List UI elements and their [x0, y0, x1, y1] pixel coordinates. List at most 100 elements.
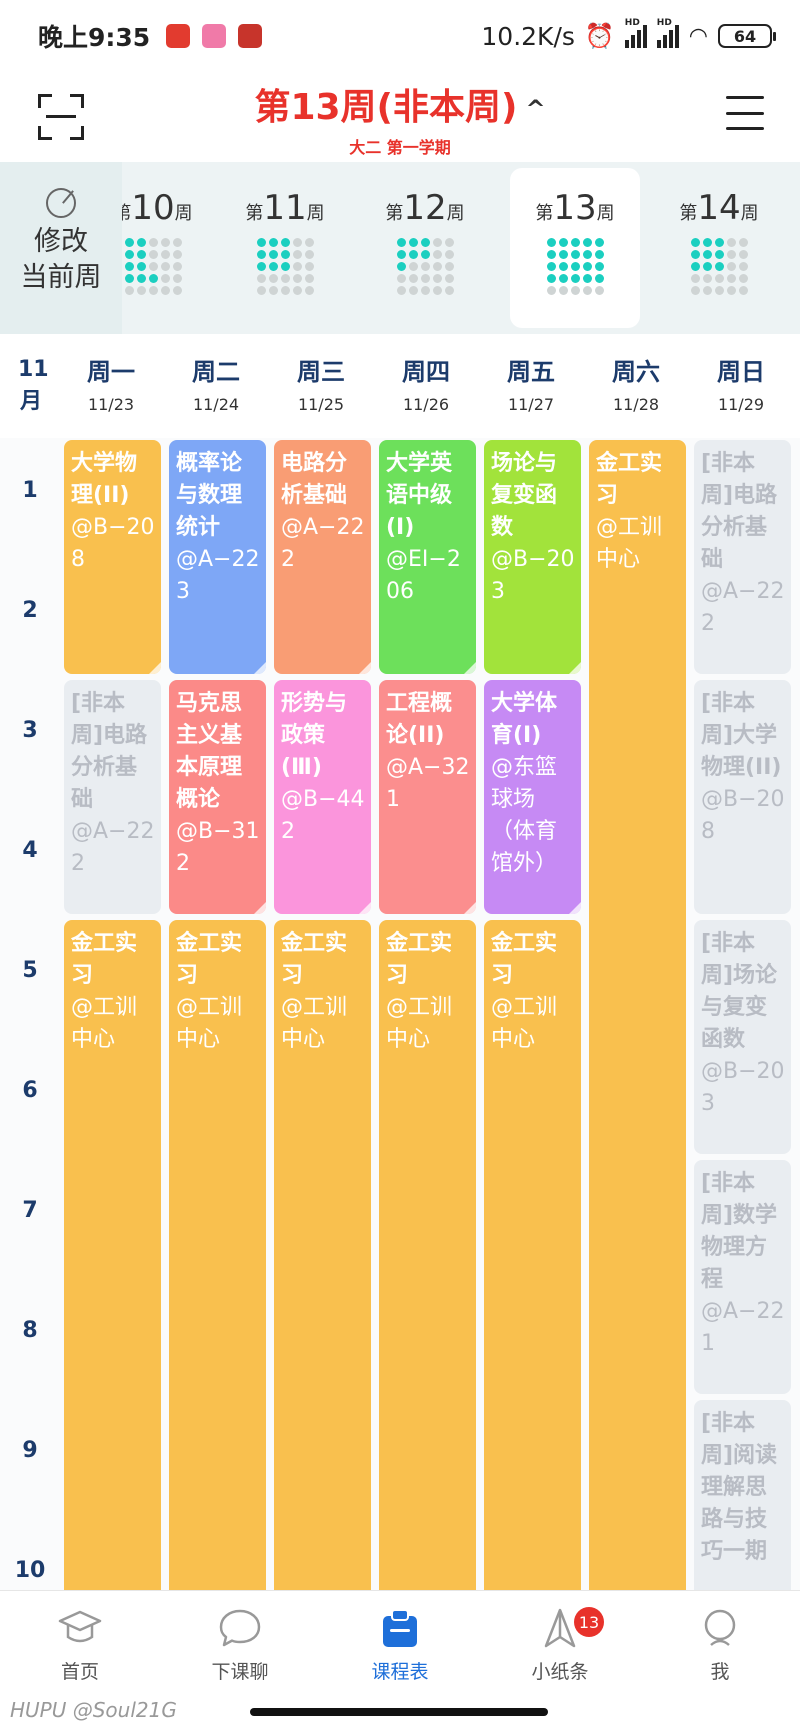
course-location: @工训中心: [71, 995, 138, 1052]
course-card[interactable]: 马克思主义基本原理概论 @B−312: [169, 680, 266, 914]
course-location: @A−222: [281, 515, 365, 572]
course-card[interactable]: 形势与政策(Ⅲ) @B−442: [274, 680, 371, 914]
course-card-nonweek[interactable]: [非本周]大学物理(II) @B−208: [694, 680, 791, 914]
app-notification-icon: [238, 24, 263, 48]
status-app-icons: [166, 24, 263, 48]
course-name: 金工实习: [386, 931, 453, 988]
course-card-nonweek[interactable]: [非本周]阅读理解思路与技巧一期: [694, 1400, 791, 1590]
course-card[interactable]: 金工实习 @工训中心: [169, 920, 266, 1590]
period-number: 8: [22, 1318, 38, 1343]
course-card-nonweek[interactable]: [非本周]数学物理方程 @A−221: [694, 1160, 791, 1394]
course-name: 马克思主义基本原理概论: [176, 691, 243, 812]
course-name: 金工实习: [71, 931, 138, 988]
course-name: [非本周]数学物理方程: [701, 1171, 778, 1292]
signal-icon: HD: [656, 18, 679, 48]
course-name: [非本周]电路分析基础: [701, 451, 778, 572]
course-card[interactable]: 场论与复变函数 @B−203: [484, 440, 581, 674]
course-name: [非本周]电路分析基础: [71, 691, 148, 812]
week-label: 第14周: [679, 188, 759, 228]
course-name: 金工实习: [491, 931, 558, 988]
nav-home[interactable]: 首页: [0, 1591, 160, 1692]
nav-label: 课程表: [371, 1661, 429, 1683]
term-label: 大二 第一学期: [349, 138, 451, 157]
chat-bubble-icon: [219, 1609, 261, 1647]
week-item-14[interactable]: 第14周: [654, 168, 784, 328]
day-header: 11 月 周一 11/23 周二 11/24 周三 11/25 周四 11/26 周五 11/27…: [0, 334, 800, 438]
day-column-header: 周五 11/27: [481, 352, 581, 414]
menu-icon[interactable]: [726, 96, 764, 130]
card-fold-corner: [254, 662, 266, 674]
course-location: @A−321: [386, 755, 470, 812]
day-name: 周六: [612, 358, 660, 386]
card-fold-corner: [569, 902, 581, 914]
week-label: 第12周: [385, 188, 465, 228]
nav-label: 我: [710, 1661, 730, 1683]
app-notification-icon: [166, 24, 191, 48]
period-number: 3: [22, 718, 38, 743]
day-name: 周二: [192, 358, 240, 386]
course-card[interactable]: 金工实习 @工训中心: [589, 440, 686, 1590]
course-location: @A−223: [176, 547, 260, 604]
day-column-header: 周四 11/26: [376, 352, 476, 414]
wifi-icon: ◠: [688, 23, 708, 49]
course-location: @工训中心: [596, 515, 663, 572]
course-name: [非本周]场论与复变函数: [701, 931, 778, 1052]
week-item-11[interactable]: 第11周: [220, 168, 350, 328]
course-name: 金工实习: [176, 931, 243, 988]
course-card[interactable]: 金工实习 @工训中心: [484, 920, 581, 1590]
card-fold-corner: [254, 902, 266, 914]
course-name: 金工实习: [281, 931, 348, 988]
day-date: 11/24: [192, 395, 240, 414]
course-card[interactable]: 金工实习 @工训中心: [379, 920, 476, 1590]
course-name: 电路分析基础: [281, 451, 348, 508]
period-number: 6: [22, 1078, 38, 1103]
course-location: @工训中心: [176, 995, 243, 1052]
course-card[interactable]: 金工实习 @工训中心: [274, 920, 371, 1590]
course-location: @工训中心: [281, 995, 348, 1052]
day-date: 11/29: [717, 395, 765, 414]
home-indicator[interactable]: [250, 1708, 548, 1716]
day-column-header: 周六 11/28: [586, 352, 686, 414]
course-card[interactable]: 大学体育(Ⅰ) @东篮球场（体育馆外）: [484, 680, 581, 914]
course-card[interactable]: 电路分析基础 @A−222: [274, 440, 371, 674]
week-label: 第13周: [535, 188, 615, 228]
watermark: HUPU @Soul21G: [10, 1698, 177, 1722]
course-card[interactable]: 大学英语中级(I) @EI−206: [379, 440, 476, 674]
edit-current-week-label: 修改 当前周: [20, 226, 102, 293]
nav-schedule[interactable]: 课程表: [320, 1591, 480, 1692]
graduation-cap-icon: [58, 1610, 102, 1643]
course-card[interactable]: 概率论与数理统计 @A−223: [169, 440, 266, 674]
profile-icon: [704, 1609, 736, 1646]
week-dots: [546, 238, 604, 295]
week-title[interactable]: 第13周(非本周) ^: [0, 78, 800, 130]
course-name: 大学体育(Ⅰ): [491, 691, 558, 748]
day-name: 周五: [507, 358, 555, 386]
nav-chat[interactable]: 下课聊: [160, 1591, 320, 1692]
period-number: 5: [22, 958, 38, 983]
course-card[interactable]: 大学物理(II) @B−208: [64, 440, 161, 674]
day-column-header: 周二 11/24: [166, 352, 266, 414]
chevron-up-icon: ^: [525, 95, 546, 123]
period-number: 7: [22, 1198, 38, 1223]
course-card[interactable]: 工程概论(II) @A−321: [379, 680, 476, 914]
course-card-nonweek[interactable]: [非本周]场论与复变函数 @B−203: [694, 920, 791, 1154]
course-location: @B−312: [176, 819, 260, 876]
nav-notes[interactable]: 13 小纸条: [480, 1591, 640, 1692]
course-card-nonweek[interactable]: [非本周]电路分析基础 @A−222: [694, 440, 791, 674]
course-card-nonweek[interactable]: [非本周]电路分析基础 @A−222: [64, 680, 161, 914]
status-bar: 晚上9:35 10.2K/s ⏰ HD HD ◠ 64: [0, 0, 800, 72]
week-item-13[interactable]: 第13周: [510, 168, 640, 328]
course-location: @A−221: [701, 1299, 785, 1356]
period-number: 9: [22, 1438, 38, 1463]
week-item-12[interactable]: 第12周: [360, 168, 490, 328]
period-number: 4: [22, 838, 38, 863]
course-name: 概率论与数理统计: [176, 451, 243, 540]
edit-current-week-button[interactable]: 修改 当前周: [0, 162, 122, 334]
notes-badge: 13: [574, 1607, 604, 1637]
signal-icon: HD: [624, 18, 647, 48]
nav-me[interactable]: 我: [640, 1591, 800, 1692]
course-card[interactable]: 金工实习 @工训中心: [64, 920, 161, 1590]
day-name: 周四: [402, 358, 450, 386]
week-selector: 修改 当前周 第10周 第11周 第12周 第13周 第14周: [0, 162, 800, 334]
course-location: @A−222: [701, 579, 785, 636]
